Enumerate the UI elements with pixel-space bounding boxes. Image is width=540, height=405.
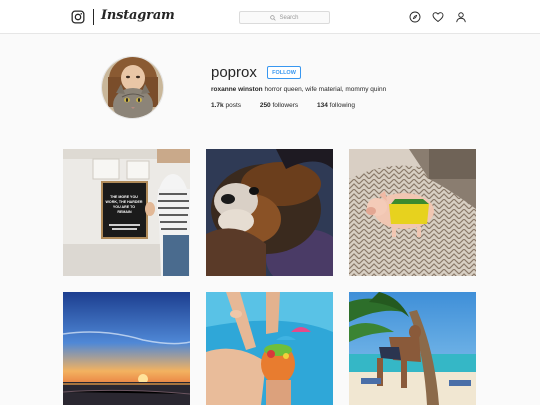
profile-bio-text: horror queen, wife material, mommy quinn <box>264 86 387 93</box>
post-tile-pig[interactable] <box>349 149 476 276</box>
post-tile-beach-palm[interactable] <box>349 292 476 405</box>
followers-label: followers <box>272 102 299 109</box>
heart-icon[interactable] <box>432 11 444 23</box>
post-tile-letterboard[interactable]: THE MORE YOU WORK, THE HARDER YOU ARE TO… <box>63 149 190 276</box>
followers-stat[interactable]: 250 followers <box>260 102 298 109</box>
logo-divider <box>93 9 94 25</box>
profile-username: poprox <box>211 64 257 81</box>
compass-icon[interactable] <box>409 11 421 23</box>
post-tile-poolside[interactable] <box>206 292 333 405</box>
profile-full-name: roxanne winston <box>211 86 263 93</box>
search-input[interactable]: Search <box>239 11 330 24</box>
person-icon[interactable] <box>455 11 467 23</box>
profile-bio: roxanne winston horror queen, wife mater… <box>211 86 386 93</box>
posts-stat: 1.7k posts <box>211 102 241 109</box>
followers-count: 250 <box>259 102 271 109</box>
follow-button[interactable]: FOLLOW <box>267 66 301 79</box>
post-tile-dog[interactable] <box>206 149 333 276</box>
following-count: 134 <box>316 102 328 109</box>
instagram-camera-icon[interactable] <box>71 10 85 24</box>
search-icon <box>270 14 277 21</box>
profile-stats: 1.7k posts 250 followers 134 following <box>211 102 372 109</box>
search-placeholder: Search <box>279 14 299 21</box>
following-label: following <box>329 102 355 109</box>
top-navigation-bar: Instagram Search <box>0 0 540 34</box>
posts-label: posts <box>225 102 242 109</box>
post-tile-sunset[interactable] <box>63 292 190 405</box>
profile-avatar[interactable] <box>101 56 164 119</box>
posts-count: 1.7k <box>211 102 224 109</box>
instagram-wordmark[interactable]: Instagram <box>101 8 175 23</box>
following-stat[interactable]: 134 following <box>317 102 355 109</box>
